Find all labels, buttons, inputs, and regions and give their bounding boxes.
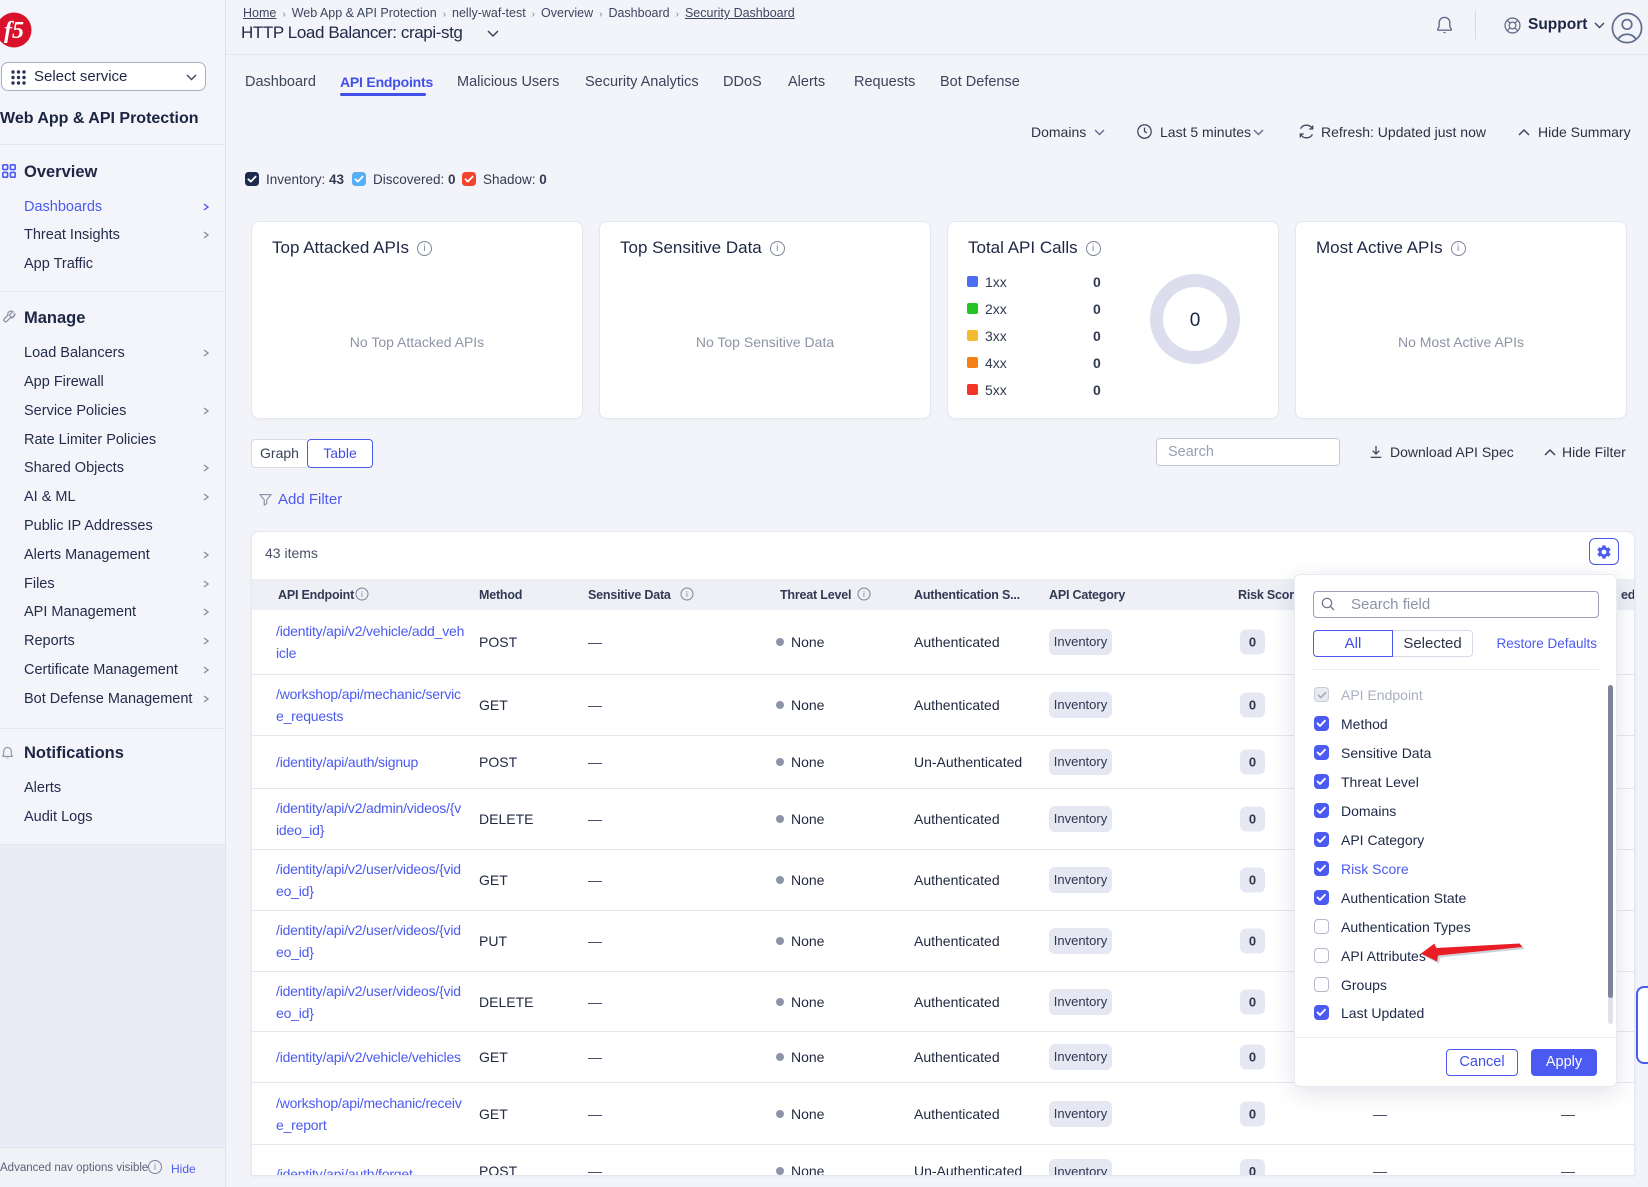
svg-text:f5: f5 (4, 18, 24, 44)
svg-text:i: i (686, 589, 688, 599)
svg-text:i: i (863, 589, 865, 599)
svg-text:0: 0 (1190, 310, 1201, 331)
svg-text:i: i (361, 589, 363, 599)
